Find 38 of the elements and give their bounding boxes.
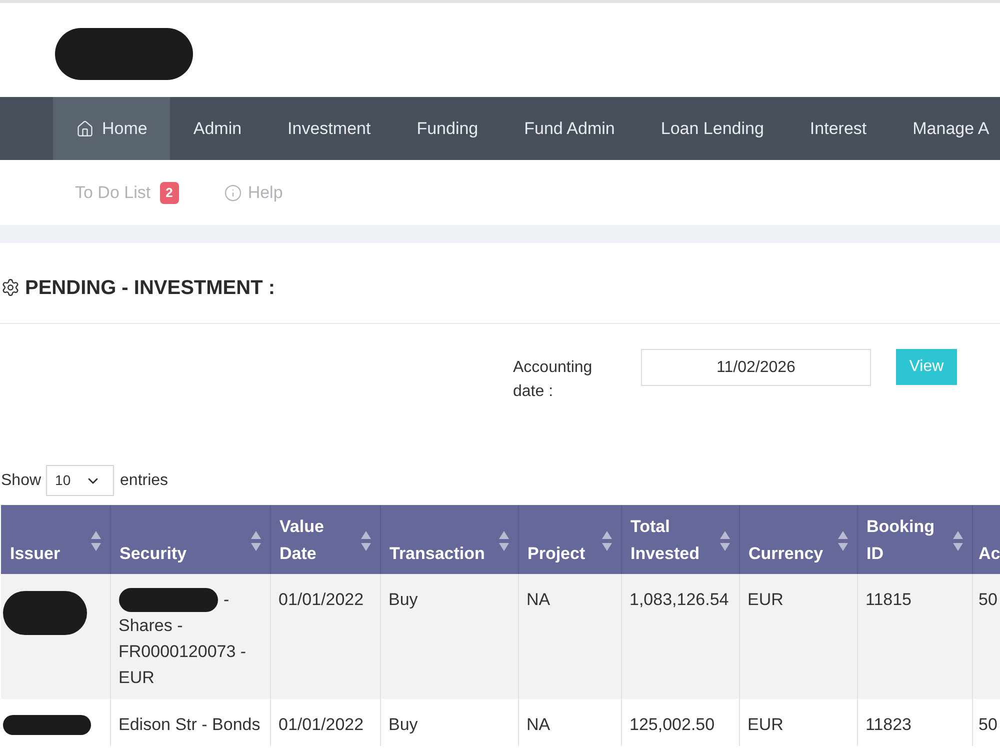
table-cell: 125,002.50	[621, 699, 739, 746]
page-title: PENDING - INVESTMENT :	[25, 276, 276, 300]
table-cell: Buy	[380, 699, 518, 746]
show-label: Show	[1, 470, 42, 490]
date-field[interactable]: 11/02/2026	[641, 349, 871, 386]
separator-text: -	[224, 589, 230, 611]
nav-item[interactable]: Funding	[394, 97, 502, 160]
table-cell: 50	[972, 699, 1000, 746]
table-cell: NA	[518, 699, 621, 746]
table-cell: EUR	[739, 699, 857, 746]
column-header[interactable]: Ac	[972, 505, 1000, 574]
nav-item[interactable]: Loan Lending	[638, 97, 787, 160]
todo-link[interactable]: To Do List 2	[75, 180, 179, 206]
nav-item[interactable]: Manage A	[890, 97, 1000, 160]
nav-item[interactable]: Investment	[264, 97, 394, 160]
column-header[interactable]: Total Invested	[621, 505, 739, 574]
security-text: Shares - FR0000120073 - EUR	[118, 615, 248, 689]
column-header[interactable]: Project	[518, 505, 621, 574]
table-cell: 11823	[857, 699, 972, 746]
nav-item[interactable]: Admin	[170, 97, 265, 160]
home-icon	[76, 120, 94, 138]
column-header[interactable]: Issuer	[1, 505, 110, 574]
nav-item[interactable]: Interest	[786, 97, 890, 160]
security-text: Edison Str - Bonds	[118, 714, 262, 736]
table-cell: 01/01/2022	[270, 699, 380, 746]
page-size-select[interactable]: 10	[46, 465, 114, 496]
settings-icon	[1, 278, 20, 297]
nav-item[interactable]: Home	[53, 97, 170, 160]
column-header[interactable]: Transaction	[380, 505, 518, 574]
nav-item[interactable]: Fund Admin	[501, 97, 638, 160]
entries-label: entries	[120, 470, 168, 490]
column-header[interactable]: Currency	[739, 505, 857, 574]
column-header[interactable]: Booking ID	[857, 505, 972, 574]
count-badge: 2	[160, 182, 179, 204]
column-header[interactable]: Value Date	[270, 505, 380, 574]
accounting-date-label: Accounting date :	[513, 358, 594, 402]
column-header[interactable]: Security	[110, 505, 270, 574]
info-icon	[224, 184, 242, 202]
